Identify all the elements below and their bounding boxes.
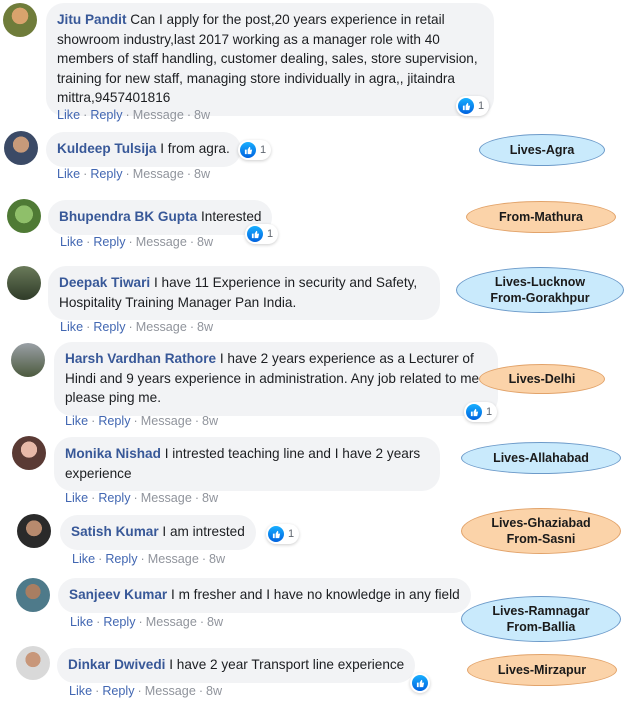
thumbs-up-icon [412, 675, 428, 691]
like-link[interactable]: Like [57, 108, 80, 122]
avatar[interactable] [3, 3, 37, 37]
avatar[interactable] [16, 578, 50, 612]
message-link[interactable]: Message [145, 684, 196, 698]
like-link[interactable]: Like [60, 235, 83, 249]
avatar[interactable] [4, 131, 38, 165]
like-link[interactable]: Like [60, 320, 83, 334]
location-tag: Lives-Allahabad [461, 442, 621, 474]
reply-link[interactable]: Reply [105, 552, 137, 566]
location-tag: Lives-Lucknow From-Gorakhpur [456, 267, 624, 313]
like-link[interactable]: Like [69, 684, 92, 698]
location-tag: Lives-Ramnagar From-Ballia [461, 596, 621, 642]
commenter-name[interactable]: Satish Kumar [71, 524, 159, 539]
comment-bubble: Harsh Vardhan Rathore I have 2 years exp… [54, 342, 498, 416]
like-link[interactable]: Like [65, 414, 88, 428]
timestamp[interactable]: 8w [202, 491, 218, 505]
like-link[interactable]: Like [57, 167, 80, 181]
comment-actions: Like · Reply · Message · 8w [60, 235, 214, 249]
comment-actions: Like · Reply · Message · 8w [57, 167, 211, 181]
commenter-name[interactable]: Jitu Pandit [57, 12, 126, 27]
commenter-name[interactable]: Sanjeev Kumar [69, 587, 167, 602]
timestamp[interactable]: 8w [197, 235, 213, 249]
thumbs-up-icon [458, 98, 474, 114]
message-link[interactable]: Message [133, 167, 184, 181]
thumbs-up-icon [247, 226, 263, 242]
location-tag: Lives-Ghaziabad From-Sasni [461, 508, 621, 554]
message-link[interactable]: Message [136, 235, 187, 249]
message-link[interactable]: Message [146, 615, 197, 629]
reaction-count[interactable]: 1 [464, 402, 498, 422]
comment-text: I from agra. [160, 141, 230, 156]
timestamp[interactable]: 8w [202, 414, 218, 428]
timestamp[interactable]: 8w [207, 615, 223, 629]
message-link[interactable]: Message [136, 320, 187, 334]
commenter-name[interactable]: Kuldeep Tulsija [57, 141, 156, 156]
comment-bubble: Bhupendra BK Gupta Interested [48, 200, 273, 235]
comment-actions: Like · Reply · Message · 8w [69, 684, 223, 698]
comment-text: I have 2 year Transport line experience [169, 657, 405, 672]
reply-link[interactable]: Reply [102, 684, 134, 698]
commenter-name[interactable]: Bhupendra BK Gupta [59, 209, 197, 224]
reaction-count[interactable]: 1 [245, 224, 279, 244]
timestamp[interactable]: 8w [206, 684, 222, 698]
comment-text: Interested [200, 209, 262, 224]
commenter-name[interactable]: Deepak Tiwari [59, 275, 150, 290]
timestamp[interactable]: 8w [194, 167, 210, 181]
timestamp[interactable]: 8w [194, 108, 210, 122]
reply-link[interactable]: Reply [93, 320, 125, 334]
reaction-count[interactable]: 1 [238, 140, 272, 160]
reply-link[interactable]: Reply [90, 167, 122, 181]
message-link[interactable]: Message [141, 491, 192, 505]
comment-actions: Like · Reply · Message · 8w [65, 414, 219, 428]
like-link[interactable]: Like [70, 615, 93, 629]
comment-text: I m fresher and I have no knowledge in a… [171, 587, 460, 602]
comment-bubble: Sanjeev Kumar I m fresher and I have no … [58, 578, 471, 613]
thumbs-up-icon [240, 142, 256, 158]
thumbs-up-icon [268, 526, 284, 542]
location-tag: Lives-Mirzapur [467, 654, 617, 686]
message-link[interactable]: Message [133, 108, 184, 122]
timestamp[interactable]: 8w [209, 552, 225, 566]
commenter-name[interactable]: Harsh Vardhan Rathore [65, 351, 216, 366]
like-link[interactable]: Like [72, 552, 95, 566]
avatar[interactable] [17, 514, 51, 548]
reply-link[interactable]: Reply [93, 235, 125, 249]
avatar[interactable] [11, 343, 45, 377]
avatar[interactable] [12, 436, 46, 470]
avatar[interactable] [7, 199, 41, 233]
comment-bubble: Deepak Tiwari I have 11 Experience in se… [48, 266, 440, 320]
comment-text: I am intrested [162, 524, 245, 539]
comment-bubble: Dinkar Dwivedi I have 2 year Transport l… [57, 648, 416, 683]
message-link[interactable]: Message [141, 414, 192, 428]
thumbs-up-icon [466, 404, 482, 420]
reply-link[interactable]: Reply [103, 615, 135, 629]
avatar[interactable] [7, 266, 41, 300]
reaction-count[interactable]: 1 [456, 96, 490, 116]
location-tag: Lives-Agra [479, 134, 605, 166]
comment-actions: Like · Reply · Message · 8w [72, 552, 226, 566]
commenter-name[interactable]: Dinkar Dwivedi [68, 657, 165, 672]
like-link[interactable]: Like [65, 491, 88, 505]
comment-bubble: Monika Nishad I intrested teaching line … [54, 437, 440, 491]
comment-actions: Like · Reply · Message · 8w [65, 491, 219, 505]
comment-actions: Like · Reply · Message · 8w [70, 615, 224, 629]
reaction-count[interactable] [410, 673, 430, 693]
avatar[interactable] [16, 646, 50, 680]
comment-bubble: Jitu Pandit Can I apply for the post,20 … [46, 3, 494, 116]
comment-bubble: Satish Kumar I am intrested [60, 515, 256, 550]
reaction-count[interactable]: 1 [266, 524, 300, 544]
reply-link[interactable]: Reply [90, 108, 122, 122]
location-tag: From-Mathura [466, 201, 616, 233]
location-tag: Lives-Delhi [479, 364, 605, 394]
comment-bubble: Kuldeep Tulsija I from agra. [46, 132, 241, 167]
timestamp[interactable]: 8w [197, 320, 213, 334]
commenter-name[interactable]: Monika Nishad [65, 446, 161, 461]
comment-actions: Like · Reply · Message · 8w [57, 108, 211, 122]
comment-actions: Like · Reply · Message · 8w [60, 320, 214, 334]
reply-link[interactable]: Reply [98, 491, 130, 505]
message-link[interactable]: Message [148, 552, 199, 566]
reply-link[interactable]: Reply [98, 414, 130, 428]
